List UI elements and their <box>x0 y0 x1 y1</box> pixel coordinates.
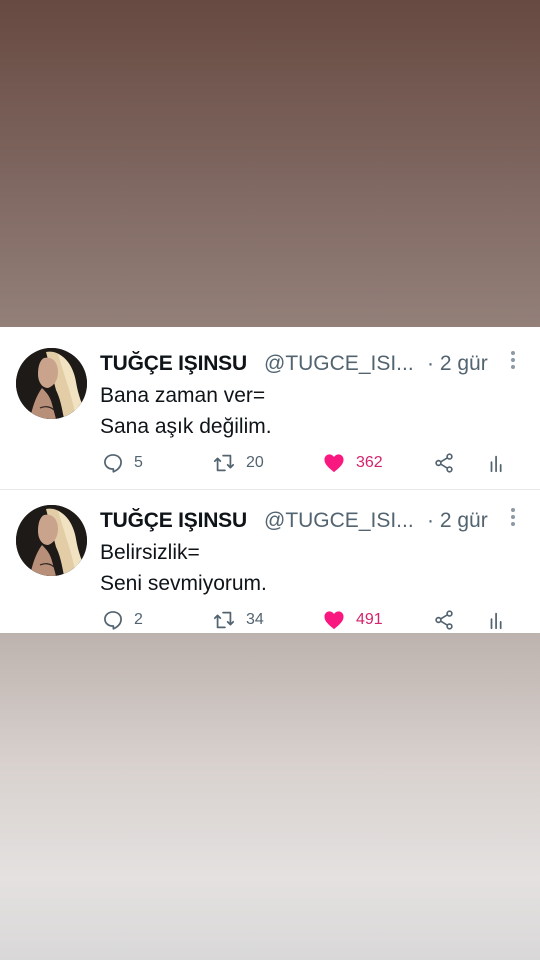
background-bottom-gradient <box>0 633 540 960</box>
heart-icon <box>324 611 344 630</box>
tweet-screenshot-card: TUĞÇE IŞINSU @TUGCE_ISI... · 2 gür Bana … <box>0 327 540 633</box>
like-button[interactable]: 362 <box>323 450 383 476</box>
display-name[interactable]: TUĞÇE IŞINSU <box>100 352 247 375</box>
user-handle[interactable]: @TUGCE_ISI... <box>264 351 414 377</box>
avatar[interactable] <box>16 505 87 576</box>
retweet-count: 34 <box>246 611 264 628</box>
tweet-text-line: Sana aşık değilim. <box>100 415 272 438</box>
reply-button[interactable]: 5 <box>102 450 143 476</box>
tweet[interactable]: TUĞÇE IŞINSU @TUGCE_ISI... · 2 gür Belir… <box>0 490 540 633</box>
stats-button[interactable] <box>488 607 506 633</box>
timestamp[interactable]: · 2 gür <box>427 508 488 534</box>
tweet-actions: 5 20 362 <box>100 450 510 476</box>
display-name[interactable]: TUĞÇE IŞINSU <box>100 509 247 532</box>
tweet-text-line: Bana zaman ver= <box>100 384 266 407</box>
tweet-text: Belirsizlik= Seni sevmiyorum. <box>100 537 267 599</box>
like-button[interactable]: 491 <box>323 607 383 633</box>
heart-icon <box>324 454 344 473</box>
like-count: 362 <box>356 454 383 471</box>
share-button[interactable] <box>433 450 455 476</box>
bar-chart-icon <box>490 612 502 630</box>
tweet-header: TUĞÇE IŞINSU @TUGCE_ISI... · 2 gür <box>100 508 520 534</box>
reply-count: 5 <box>134 454 143 471</box>
reply-button[interactable]: 2 <box>102 607 143 633</box>
retweet-icon <box>213 454 235 472</box>
retweet-button[interactable]: 34 <box>212 607 264 633</box>
speech-bubble-icon <box>104 611 122 630</box>
avatar[interactable] <box>16 348 87 419</box>
tweet-actions: 2 34 491 <box>100 607 510 633</box>
vertical-dots-icon[interactable] <box>506 349 520 373</box>
share-button[interactable] <box>433 607 455 633</box>
share-icon <box>435 453 453 473</box>
stats-button[interactable] <box>488 450 506 476</box>
tweet-text-line: Seni sevmiyorum. <box>100 572 267 595</box>
retweet-icon <box>213 611 235 629</box>
reply-count: 2 <box>134 611 143 628</box>
timestamp[interactable]: · 2 gür <box>427 351 488 377</box>
retweet-button[interactable]: 20 <box>212 450 264 476</box>
tweet-header: TUĞÇE IŞINSU @TUGCE_ISI... · 2 gür <box>100 351 520 377</box>
tweet[interactable]: TUĞÇE IŞINSU @TUGCE_ISI... · 2 gür Bana … <box>0 327 540 490</box>
background-top-gradient <box>0 0 540 327</box>
tweet-text-line: Belirsizlik= <box>100 541 200 564</box>
tweet-text: Bana zaman ver= Sana aşık değilim. <box>100 380 272 442</box>
retweet-count: 20 <box>246 454 264 471</box>
share-icon <box>435 610 453 630</box>
vertical-dots-icon[interactable] <box>506 506 520 530</box>
speech-bubble-icon <box>104 454 122 473</box>
like-count: 491 <box>356 611 383 628</box>
user-handle[interactable]: @TUGCE_ISI... <box>264 508 414 534</box>
bar-chart-icon <box>490 455 502 473</box>
